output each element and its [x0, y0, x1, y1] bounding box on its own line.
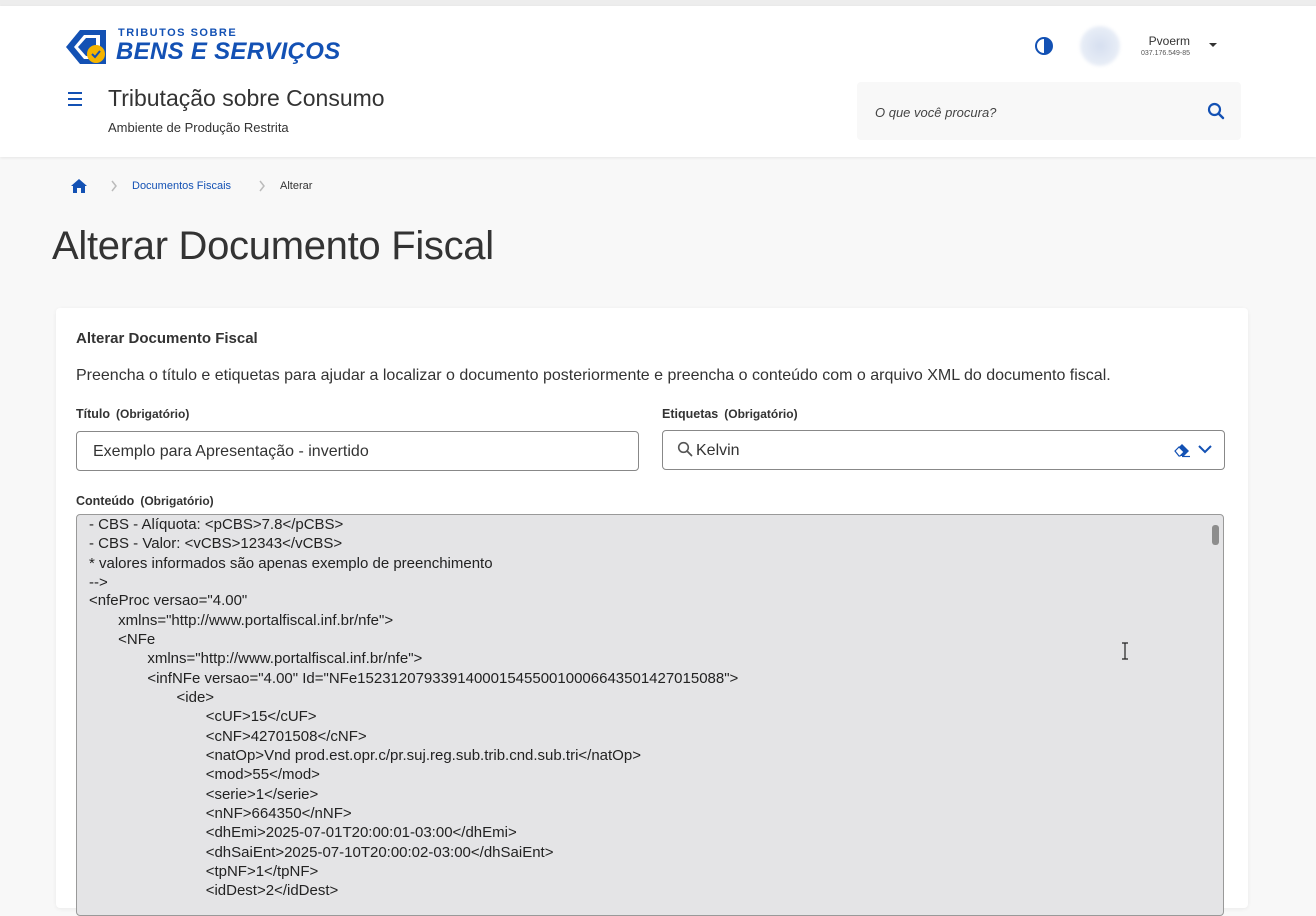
code-line: <natOp>Vnd prod.est.opr.c/pr.suj.reg.sub…	[89, 747, 641, 764]
search-box	[857, 82, 1241, 140]
conteudo-label: Conteúdo (Obrigatório)	[76, 494, 214, 508]
etiquetas-value: Kelvin	[696, 442, 740, 459]
titulo-label-text: Título	[76, 407, 111, 421]
code-line: - CBS - Alíquota: <pCBS>7.8</pCBS>	[89, 516, 344, 533]
site-header: TRIBUTOS SOBRE BENS E SERVIÇOS Pvoerm 03…	[0, 6, 1316, 157]
form-card: Alterar Documento Fiscal Preencha o títu…	[56, 308, 1248, 916]
code-line: xmlns="http://www.portalfiscal.inf.br/nf…	[89, 612, 394, 629]
code-line: <tpNF>1</tpNF>	[89, 863, 319, 880]
logo-mark-icon	[66, 30, 106, 64]
code-line: * valores informados são apenas exemplo …	[89, 555, 493, 572]
user-name: Pvoerm	[1148, 34, 1190, 48]
code-line: <NFe	[89, 631, 156, 648]
app-title: Tributação sobre Consumo	[108, 85, 385, 111]
user-id: 037.176.549-85	[1140, 50, 1190, 57]
eraser-icon[interactable]	[1173, 442, 1191, 458]
conteudo-label-text: Conteúdo	[76, 494, 135, 508]
etiquetas-label: Etiquetas (Obrigatório)	[662, 407, 798, 421]
breadcrumb-link-documentos-fiscais[interactable]: Documentos Fiscais	[132, 180, 231, 192]
code-line: <dhEmi>2025-07-01T20:00:01-03:00</dhEmi>	[89, 824, 517, 841]
breadcrumb-current: Alterar	[280, 180, 313, 192]
search-icon	[677, 441, 693, 457]
logo-big-text: BENS E SERVIÇOS	[116, 38, 341, 65]
app-subtitle: Ambiente de Produção Restrita	[108, 120, 289, 135]
code-line: -->	[89, 574, 108, 591]
conteudo-textarea[interactable]: - CBS - Alíquota: <pCBS>7.8</pCBS> - CBS…	[76, 514, 1224, 916]
chevron-down-icon[interactable]	[1198, 444, 1212, 454]
titulo-field[interactable]: Exemplo para Apresentação - invertido	[76, 431, 639, 471]
caret-down-icon	[1209, 43, 1217, 47]
titulo-value: Exemplo para Apresentação - invertido	[93, 443, 369, 460]
scrollbar-thumb[interactable]	[1212, 525, 1219, 545]
titulo-required: (Obrigatório)	[116, 407, 190, 421]
code-line: <idDest>2</idDest>	[89, 882, 339, 899]
code-line: <serie>1</serie>	[89, 786, 319, 803]
hamburger-menu-icon[interactable]	[66, 90, 86, 108]
code-line: xmlns="http://www.portalfiscal.inf.br/nf…	[89, 650, 423, 667]
home-icon[interactable]	[70, 177, 88, 195]
text-cursor-icon	[1122, 642, 1128, 660]
code-line: <nNF>664350</nNF>	[89, 805, 352, 822]
code-line: - CBS - Valor: <vCBS>12343</vCBS>	[89, 535, 343, 552]
titulo-label: Título (Obrigatório)	[76, 407, 189, 421]
etiquetas-required: (Obrigatório)	[724, 407, 798, 421]
search-icon[interactable]	[1207, 102, 1225, 120]
avatar	[1080, 26, 1120, 66]
user-menu[interactable]: Pvoerm 037.176.549-85	[1080, 24, 1240, 68]
code-line: <mod>55</mod>	[89, 766, 320, 783]
contrast-icon[interactable]	[1034, 36, 1054, 56]
code-line: <cUF>15</cUF>	[89, 708, 317, 725]
etiquetas-field[interactable]: Kelvin	[662, 430, 1225, 470]
chevron-right-icon	[259, 180, 265, 192]
card-description: Preencha o título e etiquetas para ajuda…	[76, 367, 1111, 384]
code-line: <infNFe versao="4.00" Id="NFe15231207933…	[89, 670, 739, 687]
code-line: <dhSaiEnt>2025-07-10T20:00:02-03:00</dhS…	[89, 844, 554, 861]
page-title: Alterar Documento Fiscal	[52, 224, 494, 268]
logo[interactable]: TRIBUTOS SOBRE BENS E SERVIÇOS	[60, 24, 340, 74]
conteudo-required: (Obrigatório)	[140, 494, 214, 508]
chevron-right-icon	[111, 180, 117, 192]
search-input[interactable]	[873, 100, 1187, 124]
code-line: <cNF>42701508</cNF>	[89, 728, 367, 745]
etiquetas-label-text: Etiquetas	[662, 407, 719, 421]
code-line: <ide>	[89, 689, 215, 706]
card-title: Alterar Documento Fiscal	[76, 330, 258, 347]
code-line: <nfeProc versao="4.00"	[89, 592, 248, 609]
